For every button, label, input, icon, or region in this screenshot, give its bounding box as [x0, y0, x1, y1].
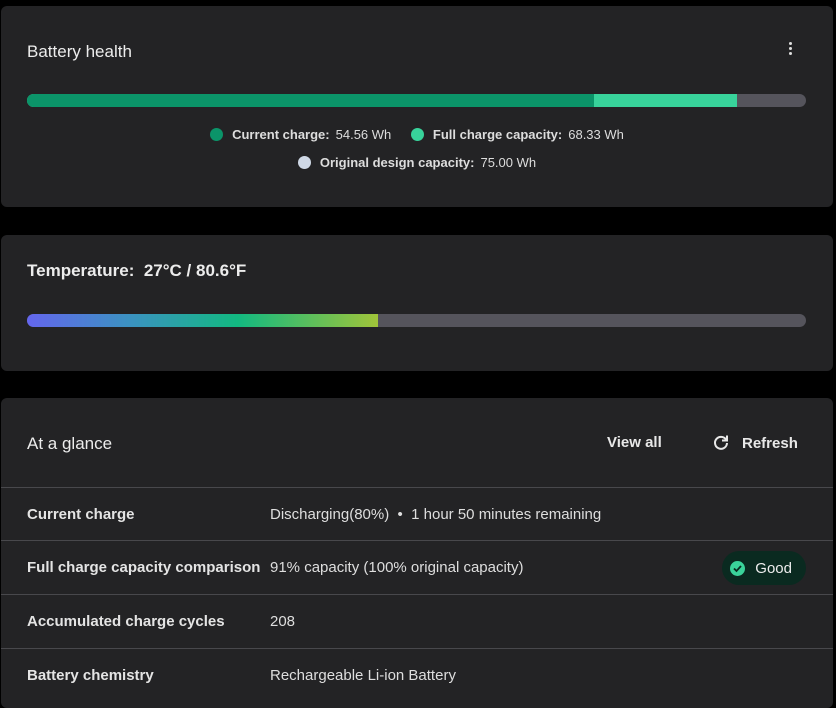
legend-value: 75.00 Wh: [480, 155, 537, 170]
row-value: 208: [270, 613, 296, 630]
legend-value: 68.33 Wh: [568, 127, 624, 142]
row-key: Current charge: [27, 506, 135, 523]
table-row: Battery chemistry Rechargeable Li-ion Ba…: [1, 648, 833, 702]
temperature-fill: [27, 314, 378, 327]
at-a-glance-card: At a glance View all Refresh Current cha…: [1, 398, 833, 708]
design-capacity-dot-icon: [297, 156, 311, 169]
row-key: Battery chemistry: [27, 667, 154, 684]
legend-row-2: Original design capacity: 75.00 Wh: [1, 155, 833, 172]
row-key: Full charge capacity comparison: [27, 559, 261, 576]
legend-value: 54.56 Wh: [335, 127, 392, 142]
temperature-card: Temperature: 27°C / 80.6°F: [1, 235, 833, 371]
check-circle-icon: [730, 560, 746, 576]
status-badge: Good: [722, 551, 806, 585]
row-value: 91% capacity (100% original capacity): [270, 559, 524, 576]
current-charge-segment: [27, 94, 594, 107]
temperature-value: 27°C / 80.6°F: [143, 261, 247, 280]
at-a-glance-title: At a glance: [27, 434, 113, 453]
temperature-heading: Temperature: 27°C / 80.6°F: [27, 261, 246, 281]
battery-health-title: Battery health: [27, 42, 132, 61]
row-key: Accumulated charge cycles: [27, 613, 225, 630]
table-row: Accumulated charge cycles 208: [1, 594, 833, 648]
full-charge-dot-icon: [410, 128, 424, 141]
legend-design-capacity: Original design capacity: 75.00 Wh: [297, 155, 537, 170]
refresh-button[interactable]: Refresh: [712, 434, 798, 452]
view-all-button[interactable]: View all: [607, 434, 662, 451]
temperature-bar: [27, 314, 806, 327]
legend-label: Current charge:: [232, 127, 330, 142]
row-value: Discharging(80%) • 1 hour 50 minutes rem…: [270, 506, 602, 523]
current-charge-dot-icon: [210, 128, 224, 141]
legend-row-1: Current charge: 54.56 Wh Full charge capa…: [1, 127, 833, 144]
refresh-label: Refresh: [742, 434, 798, 452]
legend-label: Full charge capacity:: [432, 127, 563, 142]
badge-label: Good: [755, 559, 792, 577]
refresh-icon: [714, 435, 728, 450]
table-row: Full charge capacity comparison 91% capa…: [1, 540, 833, 594]
row-value: Rechargeable Li-ion Battery: [270, 667, 456, 684]
temperature-label: Temperature:: [27, 261, 135, 280]
legend-current-charge: Current charge: 54.56 Wh: [210, 127, 391, 142]
battery-capacity-bar: [27, 94, 806, 107]
battery-health-card: Battery health Current charge: 54.56 Wh F…: [1, 6, 833, 207]
legend-full-charge: Full charge capacity: 68.33 Wh: [410, 127, 624, 142]
more-vertical-icon[interactable]: [789, 42, 793, 57]
legend-label: Original design capacity:: [319, 155, 475, 170]
table-row: Current charge Discharging(80%) • 1 hour…: [1, 487, 833, 541]
